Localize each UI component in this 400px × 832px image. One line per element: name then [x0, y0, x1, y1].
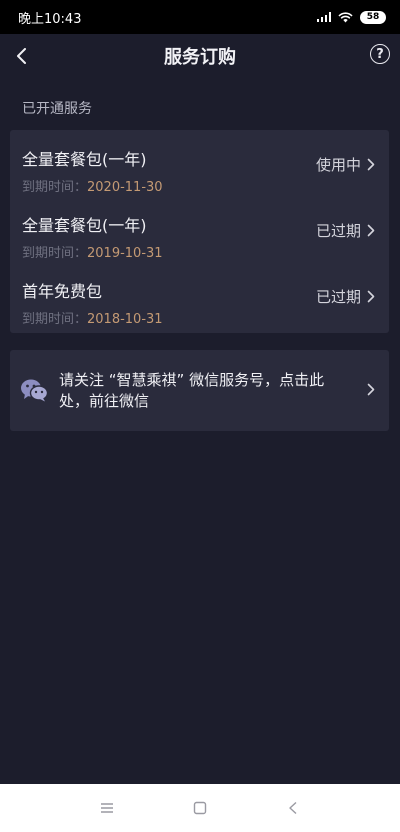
- service-expiry: 到期时间：2019-10-31: [22, 242, 163, 261]
- system-nav-bar: [0, 784, 400, 832]
- chevron-right-icon: [367, 224, 375, 237]
- home-button[interactable]: [180, 788, 220, 828]
- service-name: 全量套餐包(一年): [22, 216, 147, 235]
- status-time: 晚上10:43: [18, 11, 82, 27]
- expiry-date: 2018-10-31: [87, 312, 163, 327]
- service-item[interactable]: 首年免费包 到期时间：2018-10-31 已过期: [10, 268, 389, 328]
- status-icons: 58: [317, 10, 386, 24]
- service-expiry: 到期时间：2020-11-30: [22, 176, 163, 195]
- service-item[interactable]: 全量套餐包(一年) 到期时间：2020-11-30 使用中: [10, 136, 389, 196]
- help-button[interactable]: ?: [370, 44, 390, 64]
- signal-icon: [317, 12, 331, 22]
- system-back-button[interactable]: [273, 788, 313, 828]
- service-expiry: 到期时间：2018-10-31: [22, 308, 163, 327]
- service-list: 全量套餐包(一年) 到期时间：2020-11-30 使用中 全量套餐包(一年) …: [10, 130, 389, 333]
- service-name: 首年免费包: [22, 282, 103, 301]
- wechat-follow-card[interactable]: 请关注 “智慧乘祺” 微信服务号，点击此处，前往微信: [10, 350, 389, 431]
- back-triangle-icon: [289, 801, 297, 815]
- page-title: 服务订购: [164, 47, 236, 68]
- back-arrow-icon: [17, 48, 26, 64]
- status-label: 已过期: [315, 222, 361, 240]
- chevron-right-icon: [367, 383, 375, 396]
- status-label: 已过期: [315, 288, 361, 306]
- status-label: 使用中: [315, 156, 361, 174]
- expiry-label: 到期时间：: [22, 180, 88, 195]
- home-square-icon: [193, 801, 207, 815]
- wifi-icon: [338, 11, 353, 22]
- chevron-right-icon: [367, 158, 375, 171]
- wechat-follow-text: 请关注 “智慧乘祺” 微信服务号，点击此处，前往微信: [59, 371, 325, 410]
- back-button[interactable]: [8, 42, 36, 70]
- status-bar: 晚上10:43 58: [0, 0, 400, 34]
- wechat-icon: [21, 379, 48, 402]
- menu-button[interactable]: [87, 788, 127, 828]
- service-status: 已过期: [316, 286, 375, 307]
- expiry-label: 到期时间：: [22, 246, 88, 261]
- expiry-label: 到期时间：: [22, 312, 88, 327]
- help-icon: ?: [376, 46, 384, 62]
- service-name: 全量套餐包(一年): [22, 150, 147, 169]
- service-status: 已过期: [316, 220, 375, 241]
- expiry-date: 2019-10-31: [87, 246, 163, 261]
- section-title: 已开通服务: [22, 101, 92, 117]
- service-status: 使用中: [316, 154, 375, 175]
- expiry-date: 2020-11-30: [87, 180, 163, 195]
- menu-icon: [100, 803, 113, 813]
- app-header: 服务订购 ?: [0, 34, 400, 78]
- chevron-right-icon: [367, 290, 375, 303]
- service-item[interactable]: 全量套餐包(一年) 到期时间：2019-10-31 已过期: [10, 202, 389, 262]
- battery-indicator: 58: [360, 10, 386, 24]
